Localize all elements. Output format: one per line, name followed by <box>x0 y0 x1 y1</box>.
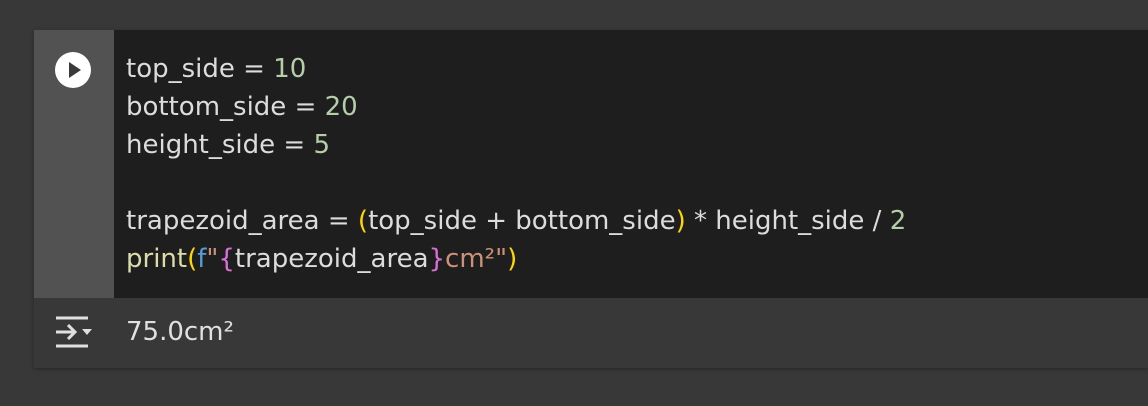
operator-token: = <box>275 130 314 160</box>
variable-token: trapezoid_area <box>234 244 429 274</box>
operator-token: / <box>864 206 890 236</box>
number-token: 10 <box>273 54 307 84</box>
code-line: print(f"{trapezoid_area}cm²") <box>126 240 906 278</box>
code-block[interactable]: top_side = 10 bottom_side = 20 height_side… <box>126 50 906 278</box>
string-token: cm² <box>445 244 496 274</box>
code-line: bottom_side = 20 <box>126 88 906 126</box>
close-paren-token: ) <box>507 244 518 274</box>
variable-token: top_side <box>368 206 477 236</box>
variable-token: bottom_side <box>515 206 676 236</box>
variable-token: trapezoid_area <box>126 206 320 236</box>
code-cell[interactable]: top_side = 10 bottom_side = 20 height_side… <box>34 30 1148 368</box>
variable-token: height_side <box>715 206 865 236</box>
variable-token: bottom_side <box>126 92 287 122</box>
operator-token: + <box>476 206 516 236</box>
operator-token: * <box>685 206 716 236</box>
output-settings-icon-graphic <box>56 316 92 348</box>
open-paren-token: ( <box>357 206 369 236</box>
function-token: print <box>126 244 188 274</box>
string-quote-token: " <box>495 244 508 274</box>
code-line: trapezoid_area = (top_side + bottom_side… <box>126 202 906 240</box>
open-paren-token: ( <box>187 244 198 274</box>
variable-token: top_side <box>126 54 235 84</box>
open-brace-token: { <box>218 244 235 274</box>
close-brace-token: } <box>428 244 446 274</box>
number-token: 2 <box>889 206 907 236</box>
number-token: 5 <box>313 130 331 160</box>
number-token: 20 <box>324 92 358 122</box>
run-cell-button[interactable] <box>55 52 91 88</box>
operator-token: = <box>286 92 325 122</box>
operator-token: = <box>319 206 358 236</box>
cell-output: 75.0cm² <box>34 298 1148 368</box>
string-quote-token: " <box>206 244 219 274</box>
empty-code-line <box>126 164 906 202</box>
code-line: top_side = 10 <box>126 50 906 88</box>
close-paren-token: ) <box>675 206 686 236</box>
cell-gutter <box>34 30 114 298</box>
code-editor[interactable]: top_side = 10 bottom_side = 20 height_side… <box>114 30 1148 298</box>
operator-token: = <box>234 54 274 84</box>
output-text: 75.0cm² <box>126 317 234 347</box>
output-settings-icon[interactable] <box>54 314 94 350</box>
code-line: height_side = 5 <box>126 126 906 164</box>
variable-token: height_side <box>126 130 276 160</box>
